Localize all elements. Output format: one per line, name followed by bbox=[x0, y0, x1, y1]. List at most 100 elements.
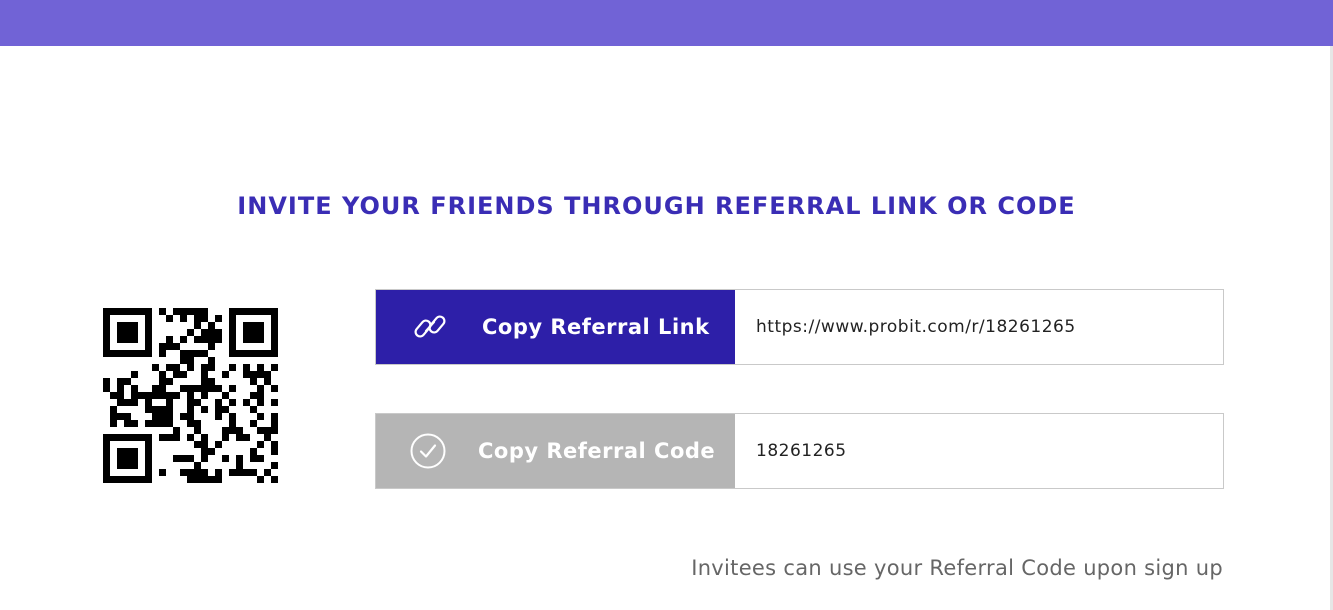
qr-module bbox=[201, 441, 208, 448]
qr-module bbox=[194, 427, 201, 434]
qr-module bbox=[124, 308, 131, 315]
qr-module bbox=[201, 455, 208, 462]
qr-module bbox=[187, 329, 194, 336]
qr-module bbox=[194, 308, 201, 315]
qr-module bbox=[201, 406, 208, 413]
qr-module bbox=[166, 343, 173, 350]
qr-module bbox=[131, 322, 138, 329]
qr-module bbox=[250, 406, 257, 413]
qr-module bbox=[187, 406, 194, 413]
copy-referral-link-label: Copy Referral Link bbox=[482, 315, 710, 339]
qr-module bbox=[201, 476, 208, 483]
qr-module bbox=[117, 392, 124, 399]
qr-module bbox=[131, 385, 138, 392]
qr-module bbox=[250, 329, 257, 336]
qr-module bbox=[243, 371, 250, 378]
qr-module bbox=[257, 364, 264, 371]
qr-module bbox=[187, 469, 194, 476]
referral-link-value[interactable]: https://www.probit.com/r/18261265 bbox=[735, 290, 1223, 364]
qr-module bbox=[145, 399, 152, 406]
qr-module bbox=[264, 350, 271, 357]
qr-module bbox=[194, 462, 201, 469]
qr-module bbox=[187, 385, 194, 392]
qr-module bbox=[208, 329, 215, 336]
qr-module bbox=[257, 371, 264, 378]
qr-module bbox=[110, 420, 117, 427]
qr-module bbox=[222, 371, 229, 378]
copy-referral-code-button[interactable]: Copy Referral Code bbox=[376, 414, 735, 488]
qr-module bbox=[271, 329, 278, 336]
qr-module bbox=[236, 427, 243, 434]
qr-module bbox=[159, 371, 166, 378]
copy-referral-link-button[interactable]: Copy Referral Link bbox=[376, 290, 735, 364]
qr-module bbox=[264, 308, 271, 315]
qr-module bbox=[173, 392, 180, 399]
check-circle-icon bbox=[408, 431, 448, 471]
qr-module bbox=[194, 385, 201, 392]
qr-module bbox=[187, 392, 194, 399]
qr-module bbox=[229, 420, 236, 427]
qr-module bbox=[187, 350, 194, 357]
qr-module bbox=[124, 455, 131, 462]
qr-module bbox=[271, 364, 278, 371]
qr-module bbox=[257, 385, 264, 392]
qr-module bbox=[180, 413, 187, 420]
qr-module bbox=[124, 378, 131, 385]
qr-module bbox=[124, 434, 131, 441]
qr-module bbox=[208, 385, 215, 392]
qr-module bbox=[257, 392, 264, 399]
qr-module bbox=[194, 336, 201, 343]
qr-module bbox=[201, 350, 208, 357]
qr-module bbox=[250, 455, 257, 462]
qr-module bbox=[271, 322, 278, 329]
qr-module bbox=[103, 350, 110, 357]
qr-module bbox=[222, 406, 229, 413]
qr-module bbox=[124, 420, 131, 427]
referral-code-row: Copy Referral Code 18261265 bbox=[375, 413, 1224, 489]
qr-module bbox=[215, 329, 222, 336]
qr-module bbox=[215, 441, 222, 448]
qr-module bbox=[264, 434, 271, 441]
qr-module bbox=[124, 336, 131, 343]
qr-module bbox=[152, 420, 159, 427]
qr-module bbox=[201, 434, 208, 441]
qr-module bbox=[271, 350, 278, 357]
qr-module bbox=[201, 364, 208, 371]
qr-module bbox=[131, 455, 138, 462]
qr-module bbox=[208, 476, 215, 483]
qr-module bbox=[145, 350, 152, 357]
qr-module bbox=[236, 469, 243, 476]
qr-module bbox=[159, 308, 166, 315]
referral-link-row: Copy Referral Link https://www.probit.co… bbox=[375, 289, 1224, 365]
qr-module bbox=[173, 455, 180, 462]
qr-module bbox=[131, 462, 138, 469]
qr-module bbox=[201, 385, 208, 392]
qr-module bbox=[180, 385, 187, 392]
qr-module bbox=[166, 434, 173, 441]
qr-module bbox=[131, 329, 138, 336]
qr-module bbox=[243, 399, 250, 406]
qr-module bbox=[173, 427, 180, 434]
qr-module bbox=[117, 434, 124, 441]
qr-module bbox=[229, 315, 236, 322]
qr-module bbox=[166, 364, 173, 371]
qr-module bbox=[173, 343, 180, 350]
qr-module bbox=[271, 343, 278, 350]
qr-module bbox=[159, 420, 166, 427]
qr-module bbox=[257, 336, 264, 343]
qr-module bbox=[222, 434, 229, 441]
qr-module bbox=[271, 413, 278, 420]
qr-module bbox=[103, 308, 110, 315]
qr-module bbox=[187, 357, 194, 364]
referral-code-value[interactable]: 18261265 bbox=[735, 414, 1223, 488]
qr-module bbox=[250, 350, 257, 357]
qr-module bbox=[264, 371, 271, 378]
qr-module bbox=[208, 357, 215, 364]
qr-module bbox=[215, 469, 222, 476]
qr-module bbox=[264, 378, 271, 385]
qr-module bbox=[271, 420, 278, 427]
qr-module bbox=[215, 406, 222, 413]
qr-module bbox=[215, 399, 222, 406]
qr-module bbox=[145, 329, 152, 336]
qr-module bbox=[145, 392, 152, 399]
